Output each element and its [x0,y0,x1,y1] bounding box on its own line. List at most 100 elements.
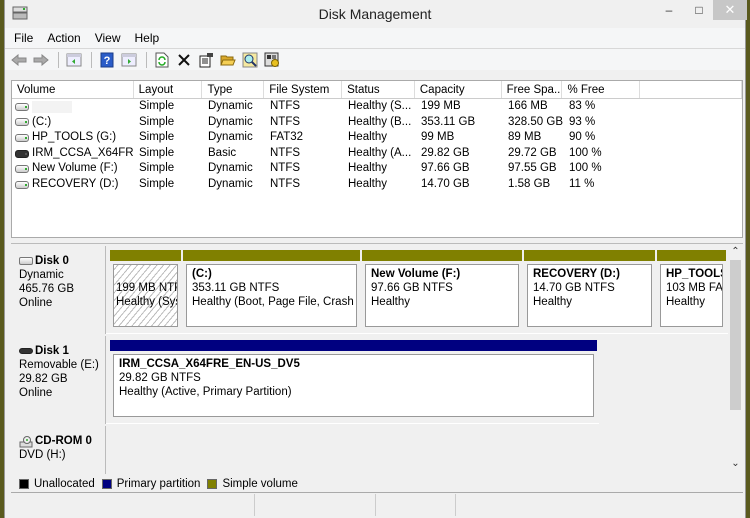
disk-label[interactable]: Disk 1 Removable (E:) 29.82 GB Online [11,336,106,424]
removable-drive-icon [15,149,29,158]
open-button[interactable] [218,51,238,69]
refresh-button[interactable] [152,51,172,69]
partition-details: IRM_CCSA_X64FRE_EN-US_DV5 29.82 GB NTFS He… [113,354,594,417]
cell-free: 1.58 GB [508,177,551,190]
legend-simple-volume: Simple volume [207,478,298,490]
scroll-up-icon[interactable]: ⌃ [728,244,743,260]
cell-capacity: 97.66 GB [421,162,470,175]
column-header-empty [640,81,742,98]
partition-title: HP_TOOLS [666,268,723,280]
column-header-status[interactable]: Status [342,81,415,98]
column-header-volume[interactable]: Volume [12,81,134,98]
column-header-file-system[interactable]: File System [264,81,343,98]
partition-block[interactable]: IRM_CCSA_X64FRE_EN-US_DV5 29.82 GB NTFS He… [110,340,597,420]
show-hide-action-pane-button[interactable] [119,51,139,69]
partition-size: 353.11 GB NTFS [192,282,280,294]
volume-name-cell: HP_TOOLS (G:) [12,130,134,146]
partition-body: IRM_CCSA_X64FRE_EN-US_DV5 29.82 GB NTFS He… [110,351,597,420]
cell-pct: 93 % [569,115,596,128]
column-header-free-space[interactable]: Free Spa... [502,81,563,98]
volume-list: Volume Layout Type File System Status Ca… [11,80,743,238]
volume-row[interactable]: New Volume (F:) Simple Dynamic NTFS Healthy 9… [12,161,742,177]
partition-size: 103 MB FAT [666,282,723,294]
properties-button[interactable] [196,51,216,69]
cell-pct: 100 % [569,146,602,159]
cell-status: Healthy [348,177,387,190]
column-header-layout[interactable]: Layout [134,81,203,98]
scrollbar-thumb[interactable] [730,260,741,410]
volume-row[interactable]: Simple Dynamic NTFS Healthy (S... 199 MB 166 … [12,99,742,115]
partition-body: New Volume (F:) 97.66 GB NTFS Healthy [362,261,522,330]
forward-button[interactable] [31,51,51,69]
hard-disk-icon [19,257,33,265]
disk-state: Online [19,387,53,399]
column-header-capacity[interactable]: Capacity [415,81,502,98]
partition-status: Healthy (Active, Primary Partition) [119,386,292,398]
hard-drive-icon [15,102,29,111]
cell-free: 97.55 GB [508,162,557,175]
partition-type-bar [110,340,597,351]
cell-layout: Simple [139,131,175,144]
volume-row[interactable]: (C:) Simple Dynamic NTFS Healthy (B... 353.11… [12,115,742,131]
delete-x-icon [178,53,190,66]
delete-button[interactable] [174,51,194,69]
partition-block[interactable]: (C:) 353.11 GB NTFS Healthy (Boot, Page Fi… [183,250,360,330]
toolbar-separator [58,51,59,68]
partition-status: Healthy [371,296,410,308]
partition-block[interactable]: 199 MB NTF Healthy (Sys [110,250,181,330]
volume-row[interactable]: HP_TOOLS (G:) Simple Dynamic FAT32 Healthy 99… [12,130,742,146]
open-folder-icon [220,55,236,65]
cell-capacity: 353.11 GB [421,115,476,128]
minimize-button[interactable]: – [655,0,683,20]
partition-status: Healthy [666,296,705,308]
show-hide-console-tree-button[interactable] [64,51,84,69]
legend-swatch-primary [101,478,112,489]
legend-unallocated: Unallocated [19,478,95,490]
volume-row[interactable]: RECOVERY (D:) Simple Dynamic NTFS Healthy 14.… [12,177,742,193]
partition-map: 199 MB NTF Healthy (Sys (C:) 353.11 GB NTF… [106,246,728,333]
menu-action[interactable]: Action [47,31,80,45]
column-header-percent-free[interactable]: % Free [562,81,641,98]
partition-block[interactable]: HP_TOOLS 103 MB FAT Healthy [657,250,726,330]
scroll-down-icon[interactable]: ⌄ [728,456,743,472]
back-button[interactable] [9,51,29,69]
disk-kind: DVD (H:) [19,449,66,461]
cell-free: 328.50 GB [508,115,563,128]
partition-details: New Volume (F:) 97.66 GB NTFS Healthy [365,264,519,327]
partition-block[interactable]: New Volume (F:) 97.66 GB NTFS Healthy [362,250,522,330]
cell-type: Dynamic [208,162,253,175]
close-button[interactable]: ✕ [713,0,747,20]
explore-button[interactable] [240,51,260,69]
partition-block[interactable]: RECOVERY (D:) 14.70 GB NTFS Healthy [524,250,655,330]
cell-pct: 83 % [569,100,596,112]
menu-view[interactable]: View [95,31,121,45]
partition-size: 199 MB NTF [116,282,178,294]
column-header-type[interactable]: Type [202,81,265,98]
cell-layout: Simple [139,100,175,112]
partition-type-bar [110,250,181,261]
cell-free: 166 MB [508,100,548,112]
hard-drive-icon [15,180,29,189]
volume-name-cell [12,99,134,115]
maximize-button[interactable]: □ [685,0,713,20]
volume-name: New Volume (F:) [32,162,118,175]
cell-status: Healthy (A... [348,146,412,159]
menu-help[interactable]: Help [135,31,160,45]
cd-rom-icon [19,435,33,447]
menu-file[interactable]: File [14,31,33,45]
cell-pct: 90 % [569,131,596,144]
cell-fs: NTFS [270,177,301,190]
disk-kind: Dynamic [19,269,64,281]
volume-row[interactable]: IRM_CCSA_X64FR... Simple Basic NTFS Healthy … [12,146,742,162]
disk-label[interactable]: Disk 0 Dynamic 465.76 GB Online [11,246,106,334]
volume-name-cell: New Volume (F:) [12,161,134,177]
partition-type-bar [362,250,522,261]
title-bar: Disk Management – □ ✕ [5,0,747,28]
settings-button[interactable] [262,51,282,69]
partition-status: Healthy (Boot, Page File, Crash Du [192,296,357,308]
disk-label[interactable]: CD-ROM 0 DVD (H:) [11,426,106,474]
vertical-scrollbar[interactable]: ⌃ ⌄ [728,244,743,474]
forward-arrow-icon [33,53,49,66]
cell-capacity: 14.70 GB [421,177,470,190]
help-button[interactable]: ? [97,51,117,69]
